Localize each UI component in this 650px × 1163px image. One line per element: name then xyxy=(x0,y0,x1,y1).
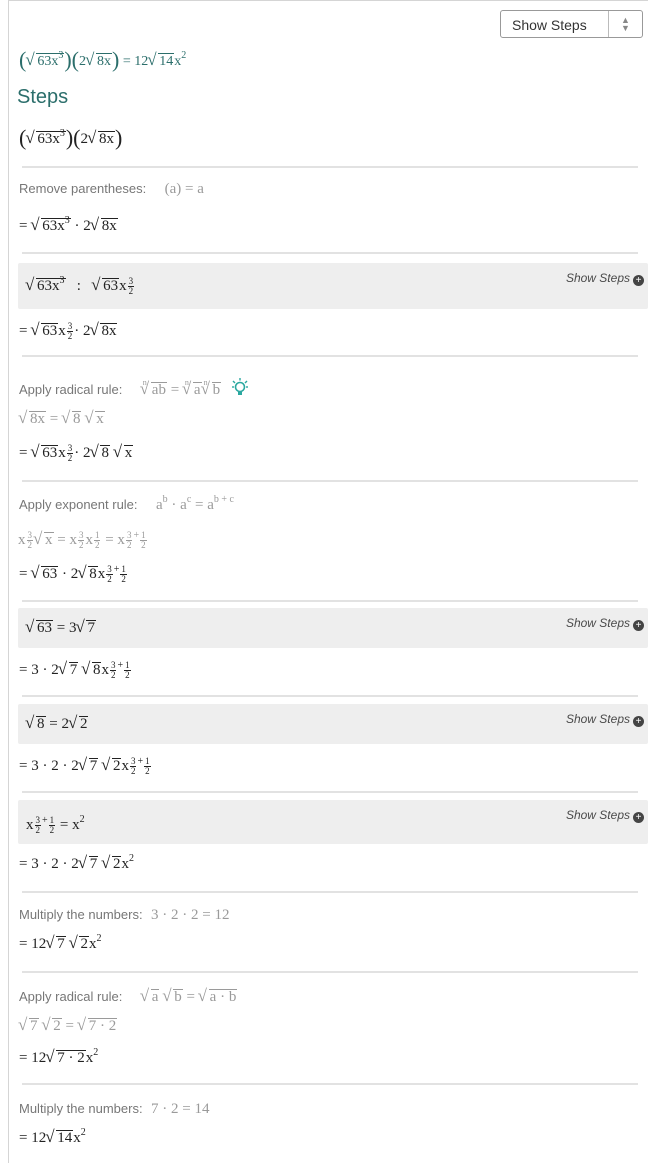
step-label: Apply exponent rule: xyxy=(19,497,138,512)
rule-text: (a) = a xyxy=(164,181,204,197)
plus-icon: + xyxy=(633,812,644,823)
step-label: Remove parentheses: xyxy=(19,181,147,196)
show-steps-link[interactable]: Show Steps + xyxy=(566,808,644,823)
step-result: = 63x32· 28x xyxy=(19,320,640,341)
step-label: Apply radical rule: xyxy=(19,989,123,1004)
step-remove-parentheses: Remove parentheses: (a) = a xyxy=(19,180,640,198)
dropdown-arrows-icon: ▲ ▼ xyxy=(608,11,642,37)
show-steps-link[interactable]: Show Steps + xyxy=(566,712,644,727)
step-label: Multiply the numbers: xyxy=(19,1101,143,1116)
rule-application: 7 2 = 7 · 2 xyxy=(18,1015,640,1035)
plus-icon: + xyxy=(633,275,644,286)
step-result: = 127 2x2 xyxy=(19,933,640,953)
divider xyxy=(22,252,638,254)
start-expression: (63x3)(28x) xyxy=(19,125,640,151)
step-result: = 3 · 2 · 27 2x2 xyxy=(19,853,640,873)
step-result: = 127 · 2x2 xyxy=(19,1047,640,1067)
rule-text: 7 · 2 = 14 xyxy=(151,1101,210,1117)
divider xyxy=(22,791,638,793)
step-apply-exponent-rule: Apply exponent rule: ab · ac = ab + c xyxy=(19,494,234,514)
plus-icon: + xyxy=(633,620,644,631)
steps-title: Steps xyxy=(17,86,69,108)
divider xyxy=(22,166,638,168)
divider xyxy=(22,480,638,482)
divider xyxy=(22,1083,638,1085)
step-apply-radical-rule: Apply radical rule: a b = a · b xyxy=(19,986,640,1006)
show-steps-link[interactable]: Show Steps + xyxy=(566,271,644,286)
substep-exponent-sum: x 3 2 +1 2 = x2 Show Steps + xyxy=(18,800,648,844)
step-apply-radical-rule: Apply radical rule: nab = nanb xyxy=(19,378,640,399)
step-result: = 3 · 2 · 27 2x32+12 xyxy=(19,755,640,776)
step-result: = 63x32· 28 x xyxy=(19,442,640,463)
substep-sqrt-63x3: 63x3 : 63x32 Show Steps+ xyxy=(18,263,648,309)
rule-application: x32x = x32x12 = x32+12 xyxy=(18,529,640,550)
show-steps-dropdown[interactable]: Show Steps ▲ ▼ xyxy=(500,10,643,38)
lightbulb-icon[interactable] xyxy=(231,378,248,398)
plus-icon: + xyxy=(633,716,644,727)
step-multiply-numbers: Multiply the numbers: 3 · 2 · 2 = 12 xyxy=(19,906,640,924)
divider xyxy=(22,891,638,893)
final-result: = 1214x2 xyxy=(19,1127,640,1147)
step-result: = 3 · 27 8x32+12 xyxy=(19,659,640,680)
divider xyxy=(22,695,638,697)
step-label: Multiply the numbers: xyxy=(19,907,143,922)
substep-sqrt-63: 63 = 37 Show Steps+ xyxy=(18,608,648,648)
divider xyxy=(22,355,638,357)
divider xyxy=(22,971,638,973)
problem-equation: (63x3)(28x) = 1214x2 xyxy=(19,47,640,73)
step-label: Apply radical rule: xyxy=(19,382,123,397)
divider xyxy=(22,600,638,602)
rule-application: 8x = 8 x xyxy=(18,408,640,428)
show-steps-link[interactable]: Show Steps + xyxy=(566,616,644,631)
step-multiply-numbers: Multiply the numbers: 7 · 2 = 14 xyxy=(19,1100,640,1118)
rule-text: 3 · 2 · 2 = 12 xyxy=(151,907,230,923)
dropdown-selected-value: Show Steps xyxy=(512,17,587,33)
step-result: = 63x3 · 28x xyxy=(19,215,640,235)
substep-sqrt-8: 8 = 22 Show Steps+ xyxy=(18,704,648,744)
step-result: = 63 · 28x32+12 xyxy=(19,563,640,584)
